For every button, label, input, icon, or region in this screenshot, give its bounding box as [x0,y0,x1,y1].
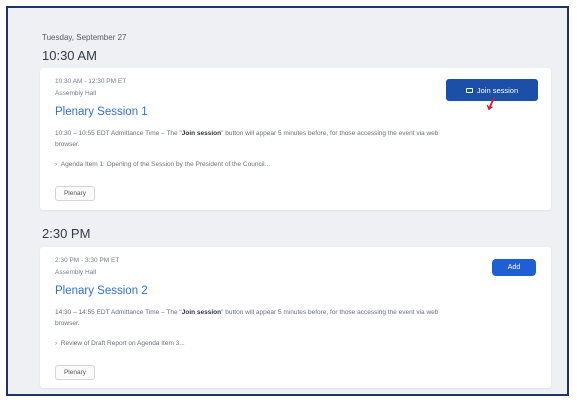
agenda-item: › Review of Draft Report on Agenda Item … [55,340,185,347]
session-time-range: 10:30 AM - 12:30 PM ET [55,78,127,85]
session-tag: Plenary [55,186,95,201]
mouse-cursor-icon [486,97,495,110]
session-title-link[interactable]: Plenary Session 2 [55,285,148,297]
session-time-range: 2:30 PM - 3:30 PM ET [55,257,120,264]
video-camera-icon [465,87,473,93]
time-heading-1: 10:30 AM [42,48,97,63]
date-label: Tuesday, September 27 [42,33,127,42]
session-card-1: 10:30 AM - 12:30 PM ET Assembly Hall Ple… [40,68,551,210]
time-heading-2: 2:30 PM [42,226,91,241]
session-tag: Plenary [55,365,95,380]
join-session-label: Join session [476,85,519,95]
session-location: Assembly Hall [55,269,97,276]
agenda-frame: Tuesday, September 27 10:30 AM 10:30 AM … [6,6,569,396]
session-location: Assembly Hall [55,90,97,97]
session-description: 14:30 – 14:55 EDT Admittance Time – The … [55,309,439,327]
add-session-button[interactable]: Add [492,259,536,276]
session-card-2: 2:30 PM - 3:30 PM ET Assembly Hall Plena… [40,247,551,388]
session-title-link[interactable]: Plenary Session 1 [55,106,148,118]
agenda-item: › Agenda Item 1: Opening of the Session … [55,161,270,168]
session-description: 10:30 – 10:55 EDT Admittance Time – The … [55,130,439,148]
